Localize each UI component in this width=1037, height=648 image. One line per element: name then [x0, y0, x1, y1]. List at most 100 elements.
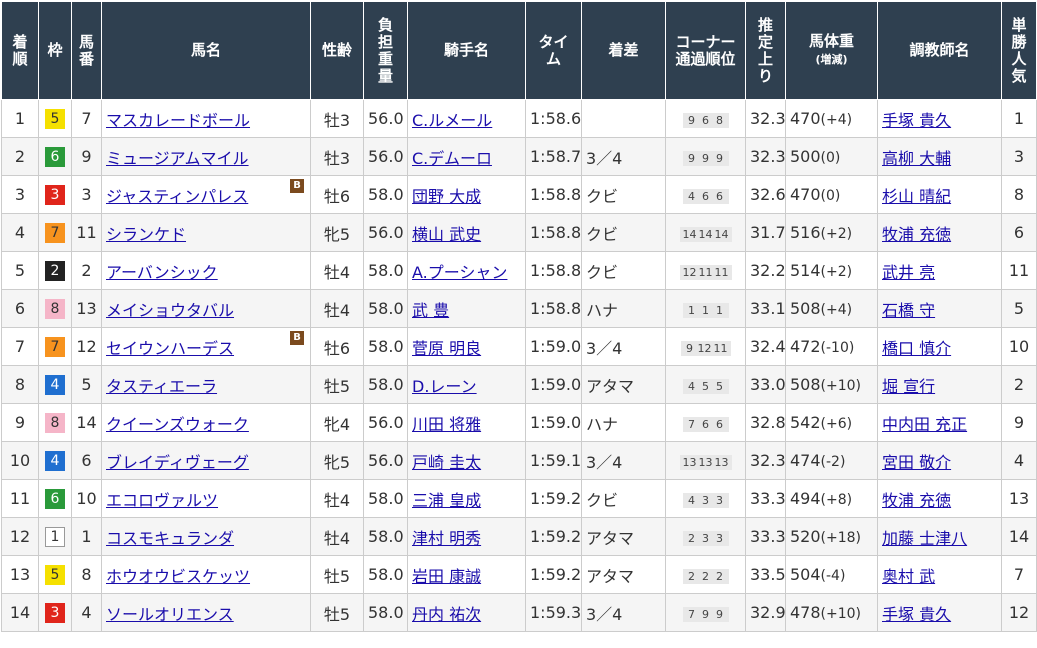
popularity-cell: 6 [1001, 213, 1037, 252]
body-weight-value: 508 [790, 299, 821, 318]
horse-name-link[interactable]: ソールオリエンス [106, 605, 234, 624]
sex-age-cell: 牡4 [310, 517, 364, 556]
trainer-link[interactable]: 石橋 守 [882, 301, 935, 320]
body-weight-diff: (+6) [820, 416, 853, 432]
rank-cell: 8 [1, 365, 39, 404]
corner-positions: 433 [682, 493, 729, 508]
jockey-cell: 川田 将雅 [407, 403, 526, 442]
horse-name-link[interactable]: シランケド [106, 225, 186, 244]
frame-cell: 8 [38, 289, 72, 328]
trainer-cell: 手塚 貴久 [877, 99, 1002, 138]
last-3f-cell: 32.3 [745, 99, 786, 138]
jockey-link[interactable]: 津村 明秀 [412, 529, 481, 548]
trainer-link[interactable]: 杉山 晴紀 [882, 187, 951, 206]
horse-name-link[interactable]: セイウンハーデス [106, 339, 234, 358]
horse-name-link[interactable]: ブレイディヴェーグ [106, 453, 249, 472]
frame-cell: 4 [38, 441, 72, 480]
jockey-link[interactable]: 戸崎 圭太 [412, 453, 481, 472]
horse-name-link[interactable]: アーバンシック [106, 263, 218, 282]
trainer-link[interactable]: 牧浦 充徳 [882, 225, 951, 244]
time-cell: 1:58.8 [525, 289, 582, 328]
jockey-link[interactable]: C.ルメール [412, 111, 492, 130]
jockey-link[interactable]: 岩田 康誠 [412, 567, 481, 586]
jockey-link[interactable]: 団野 大成 [412, 187, 481, 206]
horse-name-link[interactable]: タスティエーラ [106, 377, 217, 396]
horse-name-link[interactable]: ホウオウビスケッツ [106, 567, 250, 586]
trainer-link[interactable]: 牧浦 充徳 [882, 491, 951, 510]
jockey-link[interactable]: 三浦 皇成 [412, 491, 481, 510]
jockey-link[interactable]: 武 豊 [412, 301, 449, 320]
body-weight-value: 500 [790, 147, 821, 166]
trainer-cell: 中内田 充正 [877, 403, 1002, 442]
body-weight-diff: (+10) [820, 606, 862, 622]
frame-badge: 4 [45, 375, 65, 395]
trainer-link[interactable]: 中内田 充正 [882, 415, 967, 434]
weight-carried-cell: 58.0 [363, 517, 408, 556]
jockey-link[interactable]: 横山 武史 [412, 225, 481, 244]
weight-carried-cell: 58.0 [363, 365, 408, 404]
jockey-cell: 三浦 皇成 [407, 479, 526, 518]
frame-badge: 2 [45, 261, 65, 281]
margin-cell: アタマ [581, 517, 666, 556]
jockey-link[interactable]: C.デムーロ [412, 149, 492, 168]
jockey-link[interactable]: 菅原 明良 [412, 339, 481, 358]
trainer-link[interactable]: 手塚 貴久 [882, 605, 951, 624]
corner-position: 9 [716, 608, 723, 621]
horse-number-cell: 3 [71, 175, 102, 214]
horse-number-cell: 5 [71, 365, 102, 404]
horse-name-link[interactable]: コスモキュランダ [106, 529, 234, 548]
horse-name-cell: アーバンシック [101, 251, 311, 290]
trainer-link[interactable]: 高柳 大輔 [882, 149, 951, 168]
popularity-cell: 11 [1001, 251, 1037, 290]
horse-name-cell: メイショウタバル [101, 289, 311, 328]
header-weight-carried: 負 担 重 量 [363, 1, 408, 100]
header-rank: 着 順 [1, 1, 39, 100]
corner-position: 14 [698, 228, 713, 241]
jockey-link[interactable]: 川田 将雅 [412, 415, 481, 434]
header-last-3f: 推 定 上 り [745, 1, 786, 100]
frame-cell: 3 [38, 593, 72, 632]
frame-badge: 5 [45, 109, 65, 129]
horse-name-link[interactable]: マスカレードボール [106, 111, 250, 130]
jockey-link[interactable]: 丹内 祐次 [412, 605, 481, 624]
corner-cell: 433 [665, 479, 746, 518]
trainer-link[interactable]: 堀 宣行 [882, 377, 935, 396]
weight-carried-cell: 58.0 [363, 327, 408, 366]
jockey-link[interactable]: D.レーン [412, 377, 477, 396]
header-sex-age: 性齢 [310, 1, 364, 100]
popularity-cell: 2 [1001, 365, 1037, 404]
corner-positions: 13 13 13 [679, 455, 732, 470]
rank-cell: 3 [1, 175, 39, 214]
frame-badge: 1 [45, 527, 65, 547]
trainer-link[interactable]: 手塚 貴久 [882, 111, 951, 130]
trainer-link[interactable]: 武井 亮 [882, 263, 935, 282]
horse-number-cell: 10 [71, 479, 102, 518]
frame-cell: 7 [38, 327, 72, 366]
time-cell: 1:59.2 [525, 555, 582, 594]
corner-cell: 9 12 11 [665, 327, 746, 366]
trainer-cell: 牧浦 充徳 [877, 213, 1002, 252]
trainer-link[interactable]: 宮田 敬介 [882, 453, 951, 472]
trainer-link[interactable]: 加藤 士津八 [882, 529, 967, 548]
horse-name-link[interactable]: ミュージアムマイル [106, 149, 249, 168]
margin-cell: クビ [581, 479, 666, 518]
horse-number-cell: 8 [71, 555, 102, 594]
trainer-link[interactable]: 奥村 武 [882, 567, 935, 586]
jockey-link[interactable]: A.プーシャン [412, 263, 507, 282]
sex-age-cell: 牡4 [310, 251, 364, 290]
header-body-weight-label: 馬体重 [808, 32, 854, 50]
trainer-link[interactable]: 橋口 慎介 [882, 339, 951, 358]
corner-position: 5 [702, 380, 709, 393]
horse-name-link[interactable]: メイショウタバル [106, 301, 234, 320]
horse-name-cell: ジャスティンパレス B [101, 175, 311, 214]
trainer-cell: 武井 亮 [877, 251, 1002, 290]
horse-name-link[interactable]: ジャスティンパレス [106, 187, 248, 206]
body-weight-diff: (+8) [820, 492, 853, 508]
corner-position: 14 [682, 228, 697, 241]
horse-name-link[interactable]: クイーンズウォーク [106, 415, 249, 434]
corner-position: 6 [702, 418, 709, 431]
horse-name-link[interactable]: エコロヴァルツ [106, 491, 218, 510]
last-3f-cell: 32.9 [745, 593, 786, 632]
horse-name-cell: シランケド [101, 213, 311, 252]
frame-cell: 5 [38, 555, 72, 594]
